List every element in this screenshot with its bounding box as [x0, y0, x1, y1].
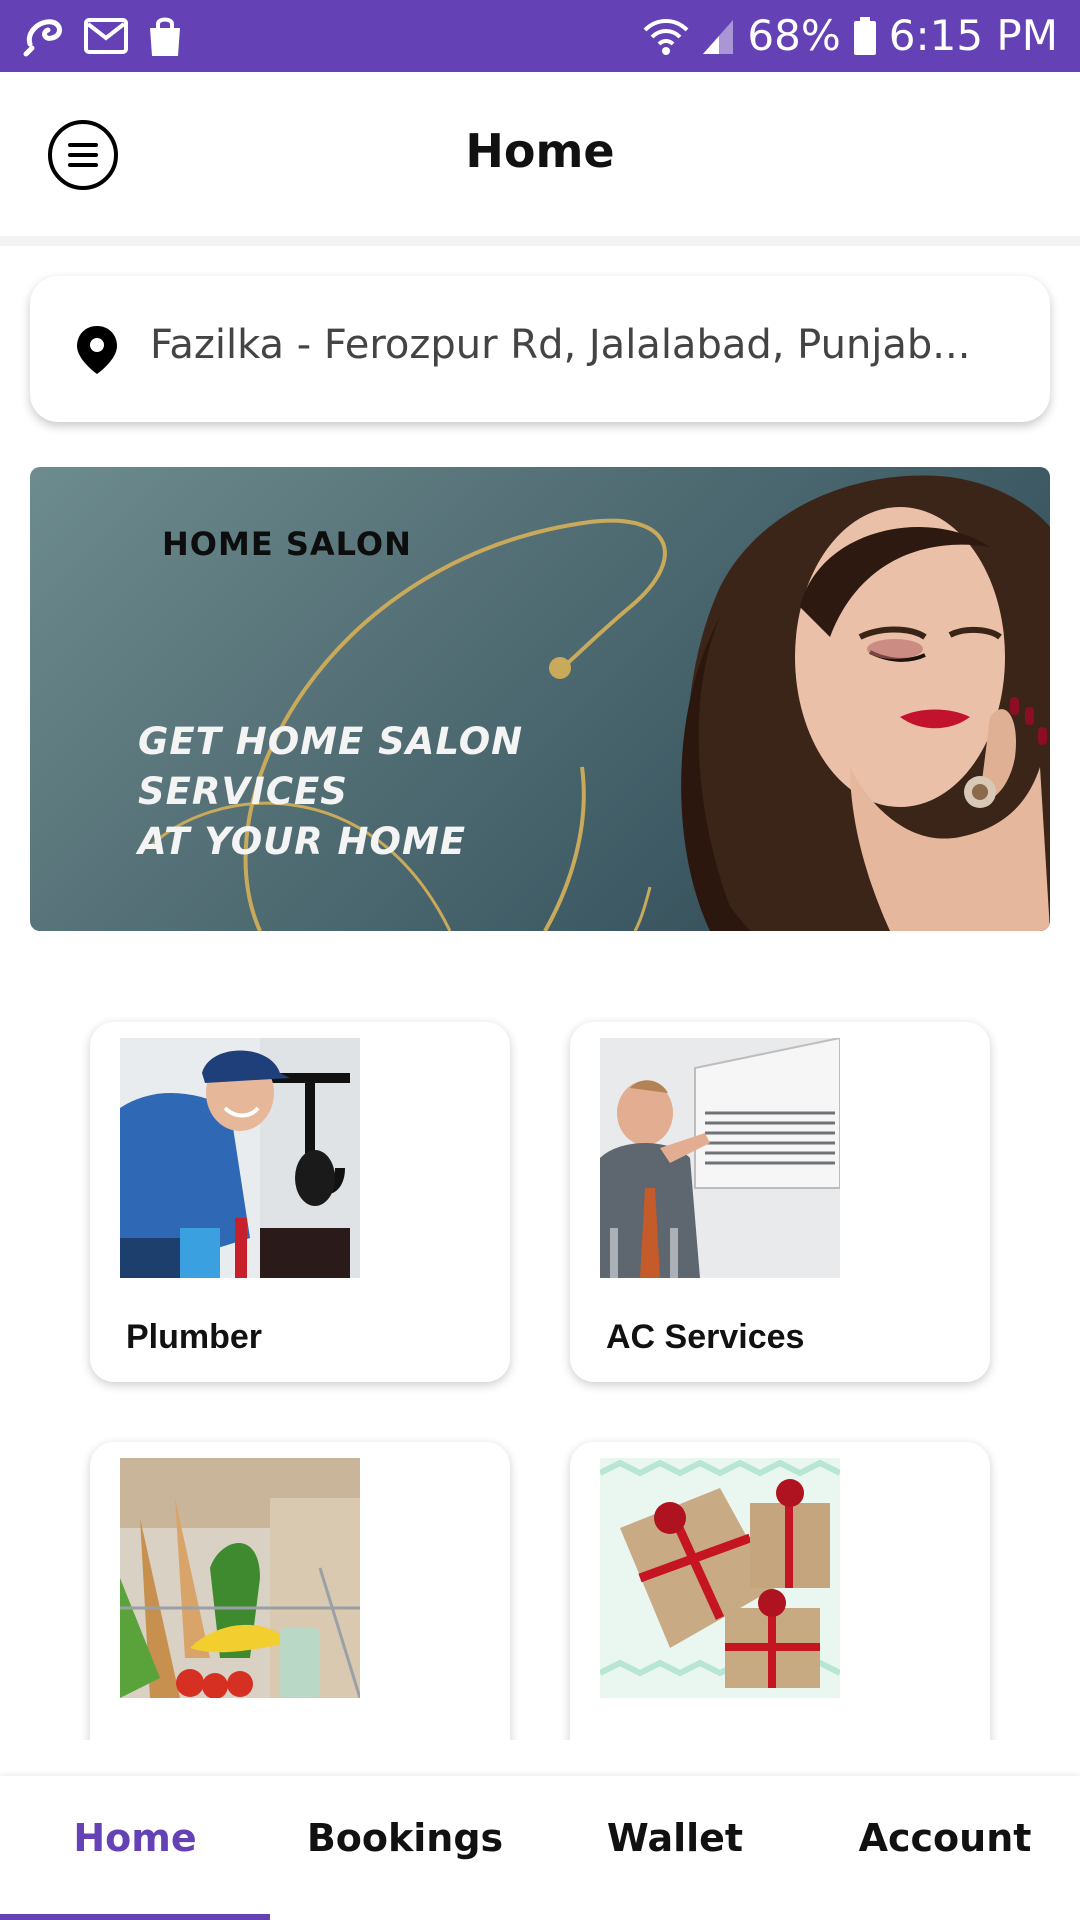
gmail-icon: [84, 18, 128, 54]
clock: 6:15 PM: [888, 11, 1058, 60]
service-label: AC Services: [606, 1318, 805, 1356]
status-left-icons: [22, 14, 184, 58]
location-address: Fazilka - Ferozpur Rd, Jalalabad, Punjab…: [150, 322, 971, 368]
notification-icon: [23, 19, 62, 57]
location-pin-icon: [77, 326, 117, 374]
location-bar[interactable]: Fazilka - Ferozpur Rd, Jalalabad, Punjab…: [30, 276, 1050, 422]
service-card-plumber[interactable]: Plumber: [90, 1022, 510, 1382]
bottom-navigation: Home Bookings Wallet Account: [0, 1776, 1080, 1920]
signal-icon: [703, 20, 734, 54]
plumber-image: [120, 1038, 360, 1278]
page-title: Home: [465, 124, 615, 178]
services-grid: Plumber AC Services: [0, 980, 1080, 1740]
gifts-image: [600, 1458, 840, 1698]
nav-wallet[interactable]: Wallet: [540, 1816, 810, 1860]
banner-headline-line1: GET HOME SALON SERVICES: [138, 720, 524, 813]
nav-account[interactable]: Account: [810, 1816, 1080, 1860]
app-bar: Home: [0, 72, 1080, 236]
divider: [0, 236, 1080, 246]
banner-headline-line2: AT YOUR HOME: [138, 820, 467, 863]
service-card-grocery[interactable]: [90, 1442, 510, 1740]
banner-kicker: HOME SALON: [162, 525, 412, 563]
nav-active-indicator: [0, 1914, 270, 1920]
battery-icon: [853, 17, 876, 55]
nav-bookings[interactable]: Bookings: [270, 1816, 540, 1860]
status-bar: 68% 6:15 PM: [0, 0, 1080, 72]
grocery-image: [120, 1458, 360, 1698]
ac-services-image: [600, 1038, 840, 1278]
service-label: Plumber: [126, 1318, 263, 1356]
battery-percent: 68%: [747, 11, 841, 60]
shopping-bag-icon: [150, 17, 180, 56]
service-card-gifts[interactable]: [570, 1442, 990, 1740]
banner-headline: GET HOME SALON SERVICES AT YOUR HOME: [138, 717, 698, 867]
promo-banner[interactable]: HOME SALON GET HOME SALON SERVICES AT YO…: [30, 467, 1050, 931]
service-card-ac[interactable]: AC Services: [570, 1022, 990, 1382]
wifi-icon: [643, 19, 689, 55]
nav-home[interactable]: Home: [0, 1816, 270, 1860]
status-right: 68% 6:15 PM: [643, 8, 1058, 64]
